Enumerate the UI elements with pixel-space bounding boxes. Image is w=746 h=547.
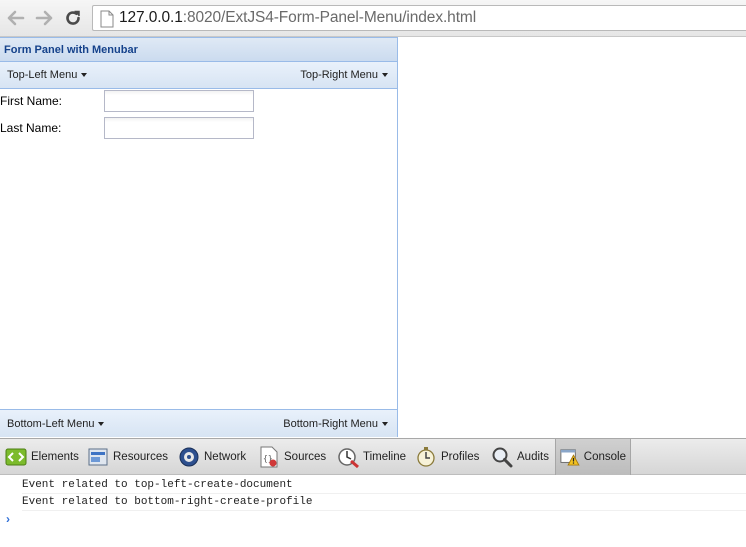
console-prompt[interactable]: ›: [6, 512, 10, 526]
dropdown-arrow-icon: [81, 73, 88, 77]
dropdown-arrow-icon: [98, 422, 105, 426]
page-blank-area: [399, 37, 746, 437]
tab-audits[interactable]: Audits: [491, 439, 549, 475]
back-arrow-icon: [7, 10, 25, 26]
browser-toolbar: 127.0.0.1:8020/ExtJS4-Form-Panel-Menu/in…: [0, 0, 746, 37]
timeline-icon: [338, 448, 359, 468]
tab-sources-label: Sources: [284, 451, 327, 463]
bottom-right-menu-button[interactable]: Bottom-Right Menu: [283, 418, 388, 430]
devtools-toolbar: Elements Resources Network {} Sources Ti…: [0, 438, 746, 475]
screen: 127.0.0.1:8020/ExtJS4-Form-Panel-Menu/in…: [0, 0, 746, 547]
panel-header: Form Panel with Menubar: [0, 37, 397, 62]
top-left-menu-label: Top-Left Menu: [7, 69, 78, 81]
tab-resources[interactable]: Resources: [87, 439, 168, 475]
dropdown-arrow-icon: [382, 422, 388, 426]
address-bar[interactable]: 127.0.0.1:8020/ExtJS4-Form-Panel-Menu/in…: [92, 5, 746, 31]
profiles-icon: [417, 447, 435, 467]
tab-profiles[interactable]: Profiles: [415, 439, 479, 475]
audits-icon: [492, 447, 513, 468]
page-icon: [100, 10, 114, 28]
tab-network[interactable]: Network: [178, 439, 246, 475]
resources-icon: [88, 448, 108, 466]
url-text: 127.0.0.1:8020/ExtJS4-Form-Panel-Menu/in…: [119, 9, 477, 26]
tab-timeline[interactable]: Timeline: [337, 439, 406, 475]
reload-icon: [66, 10, 80, 25]
panel-title: Form Panel with Menubar: [4, 44, 138, 56]
first-name-input[interactable]: [104, 90, 254, 112]
last-name-input[interactable]: [104, 117, 254, 139]
tab-profiles-label: Profiles: [441, 451, 480, 463]
elements-icon: [5, 448, 27, 466]
tab-elements[interactable]: Elements: [5, 439, 79, 475]
tab-console[interactable]: Console: [555, 439, 631, 475]
reload-button[interactable]: [61, 6, 85, 30]
back-button[interactable]: [4, 6, 28, 30]
console-message: Event related to bottom-right-create-pro…: [22, 494, 746, 511]
tab-timeline-label: Timeline: [363, 451, 407, 463]
bottom-right-menu-label: Bottom-Right Menu: [283, 418, 378, 430]
first-name-label: First Name:: [0, 94, 63, 108]
tab-network-label: Network: [204, 451, 247, 463]
forward-arrow-icon: [35, 10, 53, 26]
dropdown-arrow-icon: [382, 73, 388, 77]
console-panel: Event related to top-left-create-documen…: [0, 475, 746, 547]
top-right-menu-button[interactable]: Top-Right Menu: [300, 69, 388, 81]
top-left-menu-button[interactable]: Top-Left Menu: [7, 69, 88, 81]
network-icon: [179, 447, 199, 467]
bottom-left-menu-label: Bottom-Left Menu: [7, 418, 95, 430]
top-right-menu-label: Top-Right Menu: [300, 69, 378, 81]
bottom-left-menu-button[interactable]: Bottom-Left Menu: [7, 418, 105, 430]
tab-audits-label: Audits: [517, 451, 549, 463]
tab-resources-label: Resources: [113, 451, 168, 463]
tab-console-label: Console: [583, 451, 626, 463]
console-message: Event related to top-left-create-documen…: [22, 477, 746, 494]
bottom-menubar: Bottom-Left Menu Bottom-Right Menu: [0, 409, 397, 437]
last-name-label: Last Name:: [0, 121, 62, 135]
form-panel: Form Panel with Menubar Top-Left Menu To…: [0, 37, 398, 437]
sources-icon: {}: [260, 446, 278, 468]
console-warning-icon: [560, 449, 580, 466]
top-menubar: Top-Left Menu Top-Right Menu: [0, 62, 397, 89]
tab-sources[interactable]: {} Sources: [258, 439, 326, 475]
tab-elements-label: Elements: [31, 451, 79, 463]
forward-button[interactable]: [32, 6, 56, 30]
